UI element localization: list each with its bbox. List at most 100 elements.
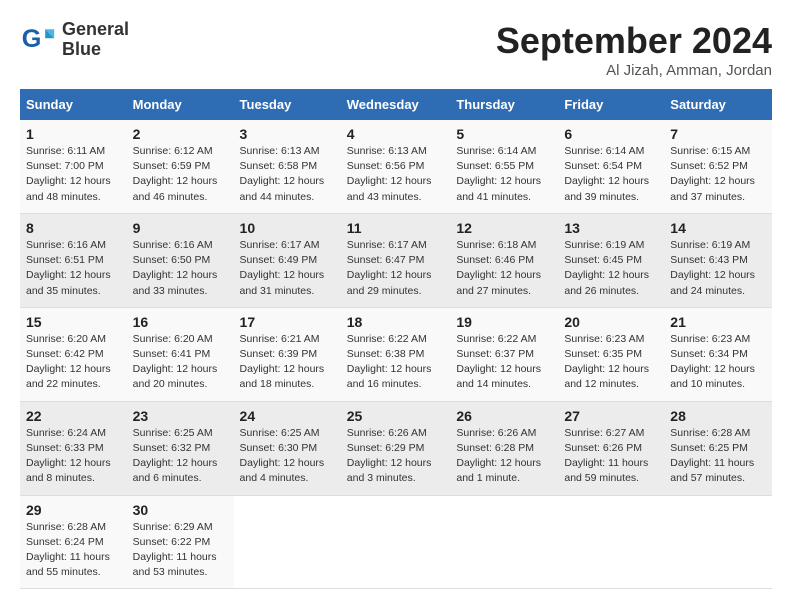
day-info: Sunrise: 6:19 AMSunset: 6:43 PMDaylight:… (670, 238, 766, 299)
weekday-header-friday: Friday (558, 89, 664, 120)
title-area: September 2024 Al Jizah, Amman, Jordan (496, 20, 772, 79)
weekday-header-thursday: Thursday (450, 89, 558, 120)
day-number: 22 (26, 408, 121, 424)
day-number: 25 (347, 408, 445, 424)
location: Al Jizah, Amman, Jordan (496, 62, 772, 79)
day-cell: 5 Sunrise: 6:14 AMSunset: 6:55 PMDaylight… (450, 120, 558, 213)
page-header: G General Blue September 2024 Al Jizah, … (20, 20, 772, 79)
day-info: Sunrise: 6:25 AMSunset: 6:30 PMDaylight:… (240, 426, 335, 487)
day-info: Sunrise: 6:23 AMSunset: 6:34 PMDaylight:… (670, 332, 766, 393)
day-number: 19 (456, 314, 552, 330)
day-info: Sunrise: 6:27 AMSunset: 6:26 PMDaylight:… (564, 426, 658, 487)
day-number: 13 (564, 220, 658, 236)
day-number: 18 (347, 314, 445, 330)
day-number: 23 (133, 408, 228, 424)
day-cell: 14 Sunrise: 6:19 AMSunset: 6:43 PMDayligh… (664, 213, 772, 307)
weekday-header-saturday: Saturday (664, 89, 772, 120)
day-cell: 7 Sunrise: 6:15 AMSunset: 6:52 PMDaylight… (664, 120, 772, 213)
day-info: Sunrise: 6:11 AMSunset: 7:00 PMDaylight:… (26, 144, 121, 205)
day-cell: 18 Sunrise: 6:22 AMSunset: 6:38 PMDayligh… (341, 307, 451, 401)
svg-text:G: G (22, 25, 42, 53)
week-row-5: 29Sunrise: 6:28 AMSunset: 6:24 PMDayligh… (20, 495, 772, 589)
day-number: 15 (26, 314, 121, 330)
day-info: Sunrise: 6:22 AMSunset: 6:38 PMDaylight:… (347, 332, 445, 393)
day-number: 16 (133, 314, 228, 330)
day-cell (450, 495, 558, 589)
day-info: Sunrise: 6:23 AMSunset: 6:35 PMDaylight:… (564, 332, 658, 393)
day-number: 12 (456, 220, 552, 236)
calendar-table: SundayMondayTuesdayWednesdayThursdayFrid… (20, 89, 772, 589)
day-info: Sunrise: 6:21 AMSunset: 6:39 PMDaylight:… (240, 332, 335, 393)
day-info: Sunrise: 6:13 AMSunset: 6:58 PMDaylight:… (240, 144, 335, 205)
logo-icon: G (20, 22, 56, 58)
day-info: Sunrise: 6:22 AMSunset: 6:37 PMDaylight:… (456, 332, 552, 393)
day-cell: 21 Sunrise: 6:23 AMSunset: 6:34 PMDayligh… (664, 307, 772, 401)
day-info: Sunrise: 6:19 AMSunset: 6:45 PMDaylight:… (564, 238, 658, 299)
day-cell: 12Sunrise: 6:18 AMSunset: 6:46 PMDayligh… (450, 213, 558, 307)
day-cell: 13 Sunrise: 6:19 AMSunset: 6:45 PMDayligh… (558, 213, 664, 307)
day-cell (234, 495, 341, 589)
day-number: 11 (347, 220, 445, 236)
day-number: 21 (670, 314, 766, 330)
day-cell (664, 495, 772, 589)
day-cell: 20 Sunrise: 6:23 AMSunset: 6:35 PMDayligh… (558, 307, 664, 401)
day-cell: 22 Sunrise: 6:24 AMSunset: 6:33 PMDayligh… (20, 401, 127, 495)
day-info: Sunrise: 6:28 AMSunset: 6:25 PMDaylight:… (670, 426, 766, 487)
day-info: Sunrise: 6:16 AMSunset: 6:50 PMDaylight:… (133, 238, 228, 299)
day-number: 1 (26, 126, 121, 142)
day-number: 26 (456, 408, 552, 424)
day-cell: 24 Sunrise: 6:25 AMSunset: 6:30 PMDayligh… (234, 401, 341, 495)
day-info: Sunrise: 6:16 AMSunset: 6:51 PMDaylight:… (26, 238, 121, 299)
day-info: Sunrise: 6:17 AMSunset: 6:47 PMDaylight:… (347, 238, 445, 299)
day-number: 5 (456, 126, 552, 142)
weekday-header-sunday: Sunday (20, 89, 127, 120)
day-info: Sunrise: 6:12 AMSunset: 6:59 PMDaylight:… (133, 144, 228, 205)
day-info: Sunrise: 6:26 AMSunset: 6:28 PMDaylight:… (456, 426, 552, 487)
day-info: Sunrise: 6:26 AMSunset: 6:29 PMDaylight:… (347, 426, 445, 487)
day-cell (341, 495, 451, 589)
day-number: 3 (240, 126, 335, 142)
day-number: 17 (240, 314, 335, 330)
day-info: Sunrise: 6:20 AMSunset: 6:41 PMDaylight:… (133, 332, 228, 393)
day-cell: 3 Sunrise: 6:13 AMSunset: 6:58 PMDaylight… (234, 120, 341, 213)
day-cell: 17 Sunrise: 6:21 AMSunset: 6:39 PMDayligh… (234, 307, 341, 401)
day-number: 8 (26, 220, 121, 236)
day-cell: 2Sunrise: 6:12 AMSunset: 6:59 PMDaylight… (127, 120, 234, 213)
day-cell: 26 Sunrise: 6:26 AMSunset: 6:28 PMDayligh… (450, 401, 558, 495)
day-number: 30 (133, 502, 228, 518)
day-cell: 23 Sunrise: 6:25 AMSunset: 6:32 PMDayligh… (127, 401, 234, 495)
week-row-1: 1 Sunrise: 6:11 AMSunset: 7:00 PMDaylight… (20, 120, 772, 213)
day-number: 20 (564, 314, 658, 330)
day-cell: 28 Sunrise: 6:28 AMSunset: 6:25 PMDayligh… (664, 401, 772, 495)
day-number: 9 (133, 220, 228, 236)
logo-text: General Blue (62, 20, 129, 60)
month-title: September 2024 (496, 20, 772, 62)
day-cell: 1 Sunrise: 6:11 AMSunset: 7:00 PMDaylight… (20, 120, 127, 213)
day-info: Sunrise: 6:14 AMSunset: 6:55 PMDaylight:… (456, 144, 552, 205)
day-number: 28 (670, 408, 766, 424)
day-number: 6 (564, 126, 658, 142)
day-number: 10 (240, 220, 335, 236)
day-number: 7 (670, 126, 766, 142)
day-cell: 8 Sunrise: 6:16 AMSunset: 6:51 PMDaylight… (20, 213, 127, 307)
day-number: 24 (240, 408, 335, 424)
day-number: 27 (564, 408, 658, 424)
day-info: Sunrise: 6:24 AMSunset: 6:33 PMDaylight:… (26, 426, 121, 487)
day-info: Sunrise: 6:29 AMSunset: 6:22 PMDaylight:… (133, 520, 228, 581)
logo: G General Blue (20, 20, 129, 60)
weekday-header-wednesday: Wednesday (341, 89, 451, 120)
day-number: 14 (670, 220, 766, 236)
day-info: Sunrise: 6:25 AMSunset: 6:32 PMDaylight:… (133, 426, 228, 487)
day-info: Sunrise: 6:15 AMSunset: 6:52 PMDaylight:… (670, 144, 766, 205)
week-row-2: 8 Sunrise: 6:16 AMSunset: 6:51 PMDaylight… (20, 213, 772, 307)
day-cell: 30 Sunrise: 6:29 AMSunset: 6:22 PMDayligh… (127, 495, 234, 589)
day-cell: 4Sunrise: 6:13 AMSunset: 6:56 PMDaylight… (341, 120, 451, 213)
weekday-header-monday: Monday (127, 89, 234, 120)
day-info: Sunrise: 6:28 AMSunset: 6:24 PMDaylight:… (26, 520, 121, 581)
day-cell: 15Sunrise: 6:20 AMSunset: 6:42 PMDayligh… (20, 307, 127, 401)
week-row-4: 22 Sunrise: 6:24 AMSunset: 6:33 PMDayligh… (20, 401, 772, 495)
day-cell: 19 Sunrise: 6:22 AMSunset: 6:37 PMDayligh… (450, 307, 558, 401)
day-cell: 10Sunrise: 6:17 AMSunset: 6:49 PMDayligh… (234, 213, 341, 307)
day-cell: 25 Sunrise: 6:26 AMSunset: 6:29 PMDayligh… (341, 401, 451, 495)
day-cell: 27 Sunrise: 6:27 AMSunset: 6:26 PMDayligh… (558, 401, 664, 495)
